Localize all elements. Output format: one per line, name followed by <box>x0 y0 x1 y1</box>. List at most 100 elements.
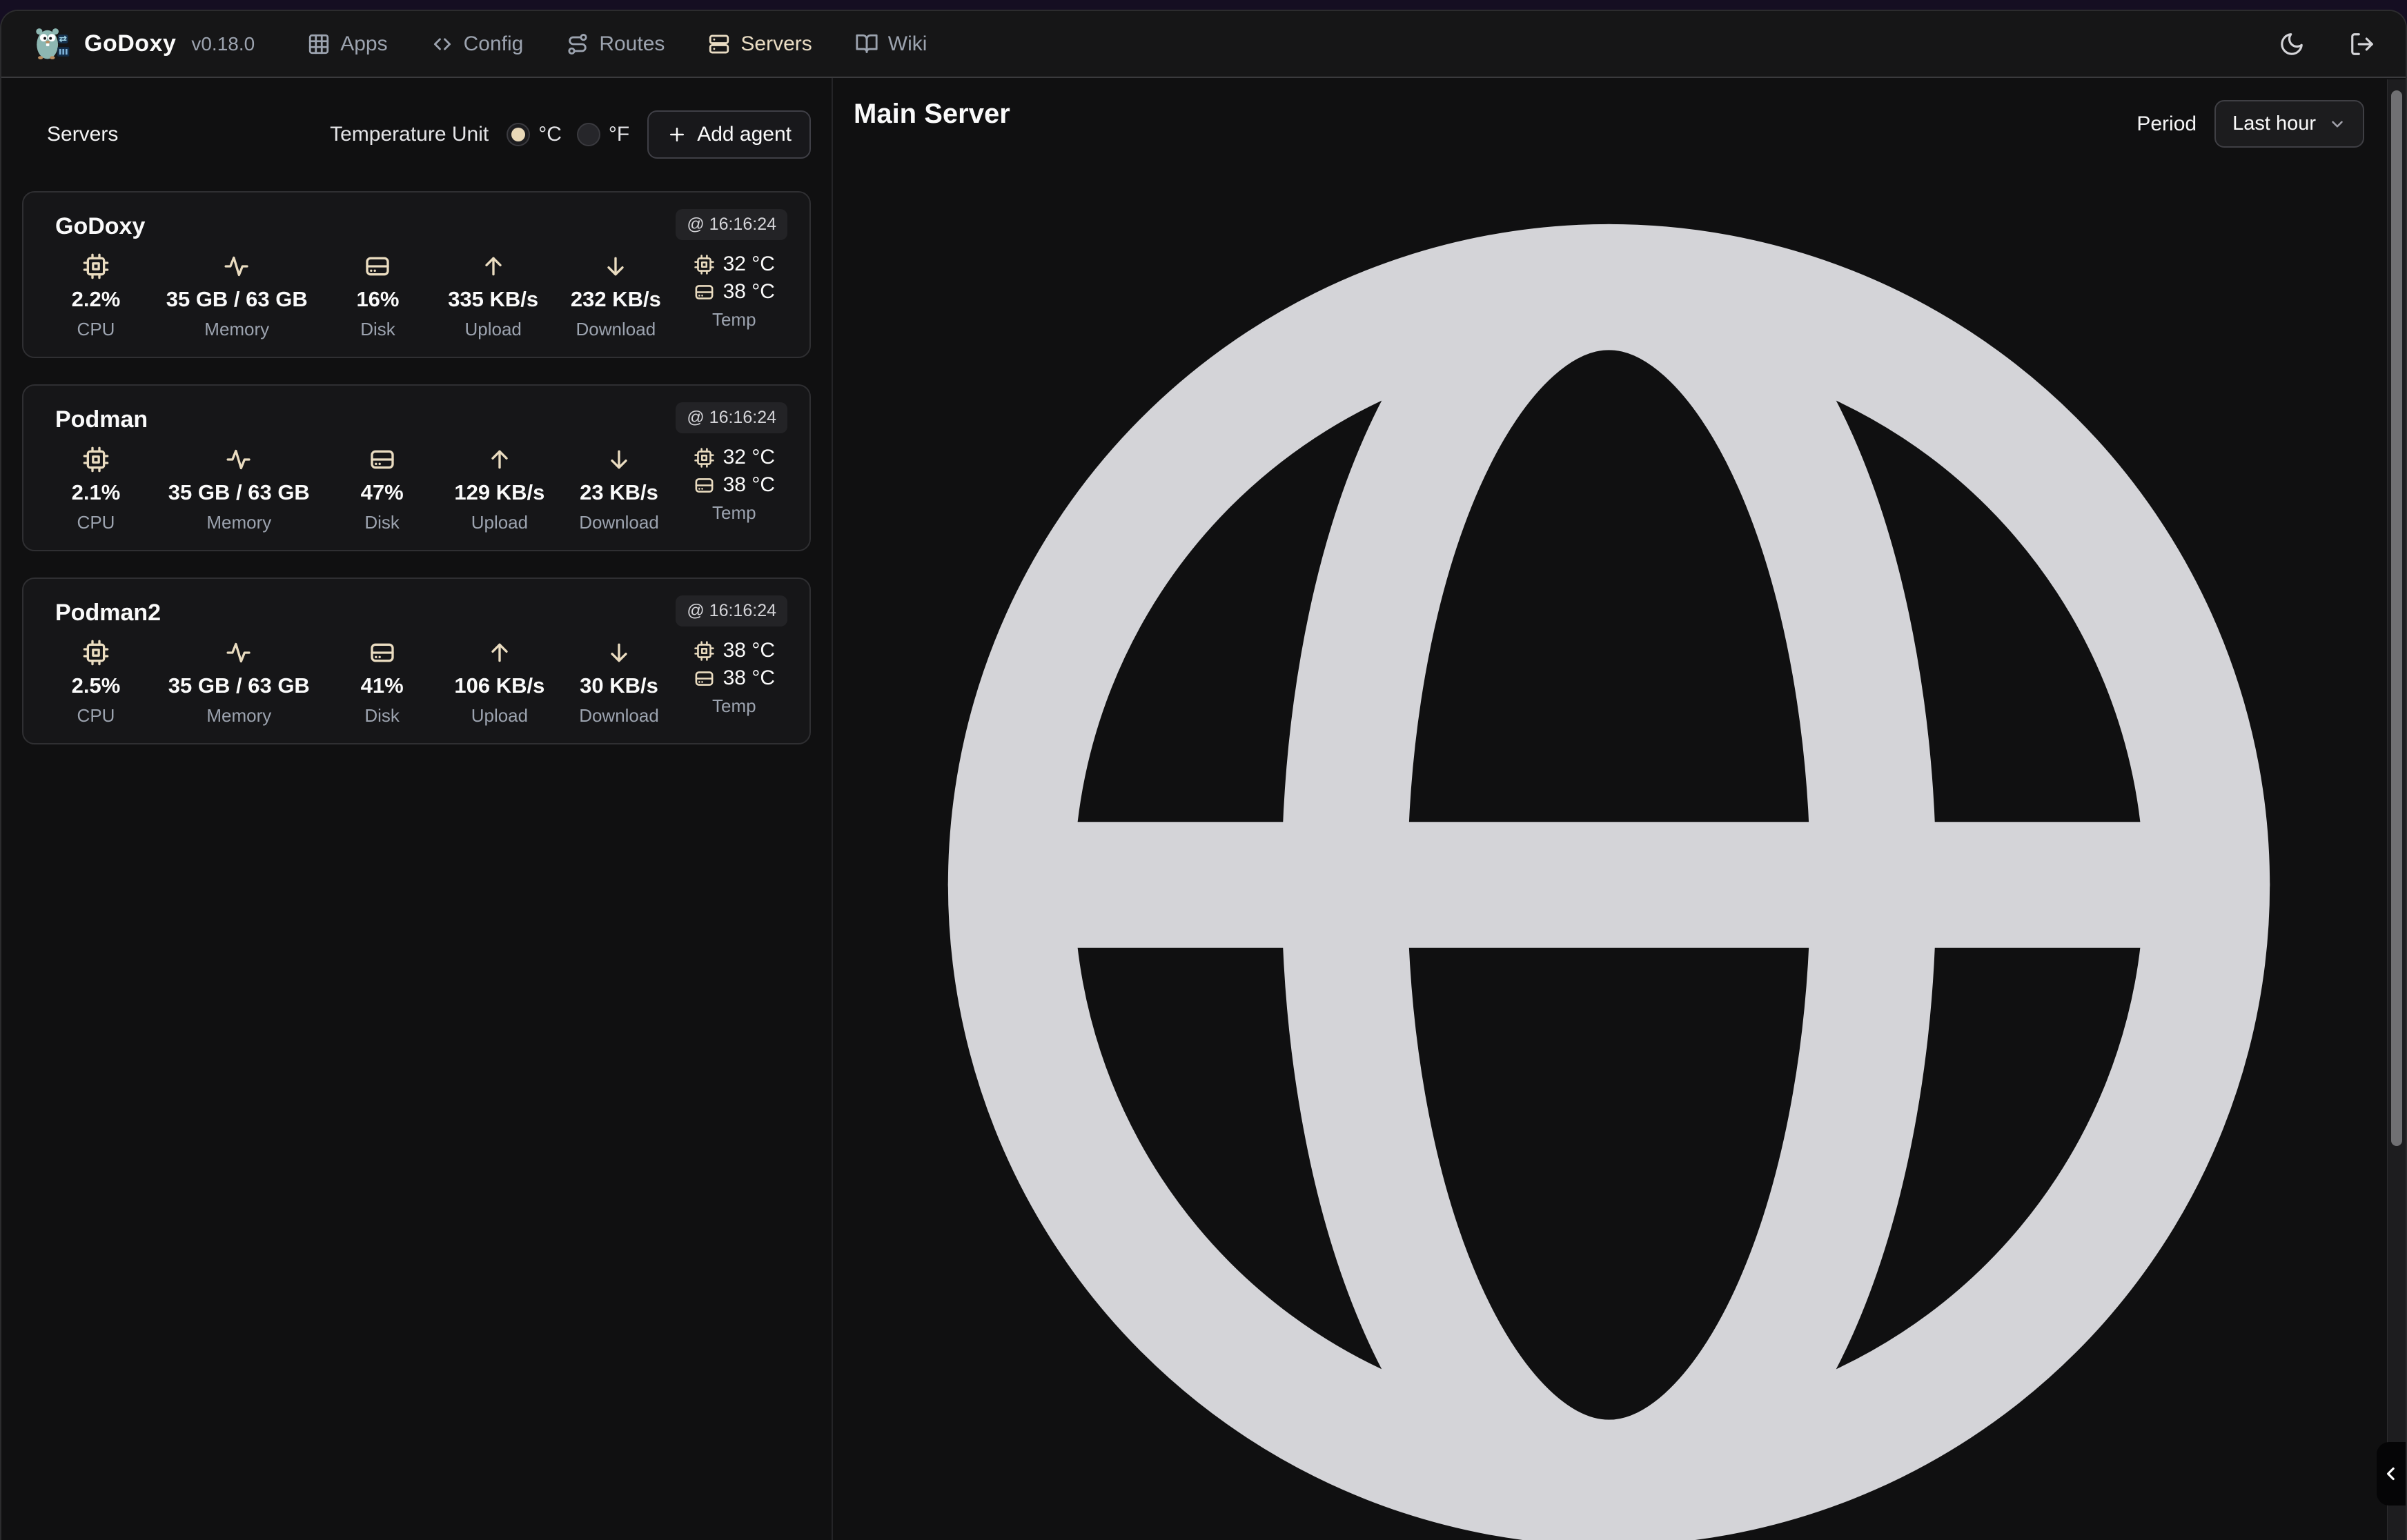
upload-arrow-icon <box>486 446 513 473</box>
server-name: GoDoxy <box>55 213 145 240</box>
nav-item-config[interactable]: Config <box>431 32 524 56</box>
fahrenheit-radio[interactable]: °F <box>577 123 629 146</box>
code-brackets-icon <box>431 32 454 56</box>
version-label: v0.18.0 <box>191 33 255 55</box>
stat-download: 30 KB/s Download <box>579 639 659 727</box>
server-name: Podman <box>55 406 148 433</box>
memory-label: Memory <box>204 319 269 340</box>
memory-value: 35 GB / 63 GB <box>168 673 310 698</box>
cpu-temp-value: 38 °C <box>723 639 775 662</box>
radio-dot <box>507 123 530 146</box>
hard-drive-icon <box>694 475 715 496</box>
last-updated-badge: @ 16:16:24 <box>676 402 787 433</box>
celsius-radio[interactable]: °C <box>507 123 562 146</box>
cpu-chip-icon <box>694 640 715 662</box>
cpu-value: 2.5% <box>72 673 121 698</box>
download-value: 232 KB/s <box>571 287 661 312</box>
nav-label: Config <box>464 32 524 56</box>
apps-grid-icon <box>307 32 331 56</box>
cpu-label: CPU <box>77 319 115 340</box>
period-control: Period Last hour <box>2136 100 2364 148</box>
download-label: Download <box>579 512 659 533</box>
hard-drive-icon <box>364 253 391 280</box>
stat-upload: 335 KB/s Upload <box>448 253 538 340</box>
stat-download: 232 KB/s Download <box>571 253 661 340</box>
nav-item-apps[interactable]: Apps <box>307 32 387 56</box>
disk-label: Disk <box>364 512 400 533</box>
stat-download: 23 KB/s Download <box>579 446 659 533</box>
temp-label: Temp <box>712 695 756 717</box>
activity-icon <box>225 639 253 667</box>
nav-item-routes[interactable]: Routes <box>566 32 665 56</box>
disk-temp-value: 38 °C <box>723 667 775 690</box>
book-open-icon <box>855 32 878 56</box>
nav-item-wiki[interactable]: Wiki <box>855 32 927 56</box>
cpu-value: 2.1% <box>72 480 121 505</box>
server-card-podman2[interactable]: Podman2 @ 16:16:24 2.5% CPU 35 GB / 63 G… <box>22 578 811 744</box>
upload-value: 129 KB/s <box>454 480 544 505</box>
hard-drive-icon <box>694 282 715 303</box>
memory-value: 35 GB / 63 GB <box>168 480 310 505</box>
memory-label: Memory <box>206 705 271 727</box>
last-updated-badge: @ 16:16:24 <box>676 595 787 626</box>
topbar-actions <box>2279 31 2375 57</box>
cpu-chip-icon <box>82 446 110 473</box>
cpu-chip-icon <box>82 253 110 280</box>
upload-arrow-icon <box>480 253 507 280</box>
upload-label: Upload <box>471 705 528 727</box>
celsius-label: °C <box>538 123 562 146</box>
download-arrow-icon <box>605 639 633 667</box>
activity-icon <box>225 446 253 473</box>
main-nav: Apps Config Routes Servers Wiki <box>307 32 927 56</box>
cpu-label: CPU <box>77 705 115 727</box>
cpu-chip-icon <box>82 639 110 667</box>
dark-mode-toggle[interactable] <box>2279 31 2305 57</box>
download-arrow-icon <box>602 253 629 280</box>
cpu-chip-icon <box>694 447 715 468</box>
hard-drive-icon <box>694 668 715 689</box>
servers-panel: Servers Temperature Unit °C °F <box>1 78 833 1540</box>
scrollbar-thumb[interactable] <box>2391 90 2402 1146</box>
add-agent-button[interactable]: Add agent <box>647 110 811 159</box>
drawer-collapse-tab[interactable] <box>2377 1442 2406 1506</box>
stat-temp: 32 °C 38 °C Temp <box>694 253 775 340</box>
nav-item-servers[interactable]: Servers <box>707 32 812 56</box>
disk-value: 16% <box>356 287 399 312</box>
server-card-podman[interactable]: Podman @ 16:16:24 2.1% CPU 35 GB / 63 GB… <box>22 384 811 551</box>
server-card-godoxy[interactable]: GoDoxy @ 16:16:24 2.2% CPU 35 GB / 63 GB… <box>22 191 811 358</box>
upload-label: Upload <box>471 512 528 533</box>
servers-panel-title: Servers <box>47 123 118 146</box>
nav-label: Servers <box>740 32 812 56</box>
logout-button[interactable] <box>2349 31 2375 57</box>
period-label: Period <box>2136 112 2197 136</box>
stat-upload: 129 KB/s Upload <box>454 446 544 533</box>
nav-label: Routes <box>599 32 665 56</box>
stat-upload: 106 KB/s Upload <box>454 639 544 727</box>
radio-dot <box>577 123 600 146</box>
period-select[interactable]: Last hour <box>2214 100 2364 148</box>
vertical-scrollbar[interactable] <box>2387 79 2406 1540</box>
disk-label: Disk <box>364 705 400 727</box>
temperature-unit-label: Temperature Unit <box>330 123 489 146</box>
cpu-value: 2.2% <box>72 287 121 312</box>
hard-drive-icon <box>369 639 396 667</box>
download-value: 23 KB/s <box>580 480 658 505</box>
activity-icon <box>223 253 250 280</box>
temperature-unit-radios: °C °F <box>507 123 629 146</box>
server-name: Podman2 <box>55 600 161 626</box>
download-value: 30 KB/s <box>580 673 658 698</box>
server-stack-icon <box>707 32 731 56</box>
download-label: Download <box>576 319 656 340</box>
plus-icon <box>667 124 687 145</box>
stat-cpu: 2.5% CPU <box>58 639 134 727</box>
stat-temp: 32 °C 38 °C Temp <box>694 446 775 533</box>
nav-label: Wiki <box>888 32 927 56</box>
chevron-down-icon <box>2328 115 2346 133</box>
download-label: Download <box>579 705 659 727</box>
nav-label: Apps <box>340 32 387 56</box>
brand[interactable]: GoDoxy v0.18.0 <box>32 22 255 66</box>
stat-temp: 38 °C 38 °C Temp <box>694 639 775 727</box>
stat-cpu: 2.1% CPU <box>58 446 134 533</box>
upload-value: 106 KB/s <box>454 673 544 698</box>
stat-memory: 35 GB / 63 GB Memory <box>168 639 310 727</box>
